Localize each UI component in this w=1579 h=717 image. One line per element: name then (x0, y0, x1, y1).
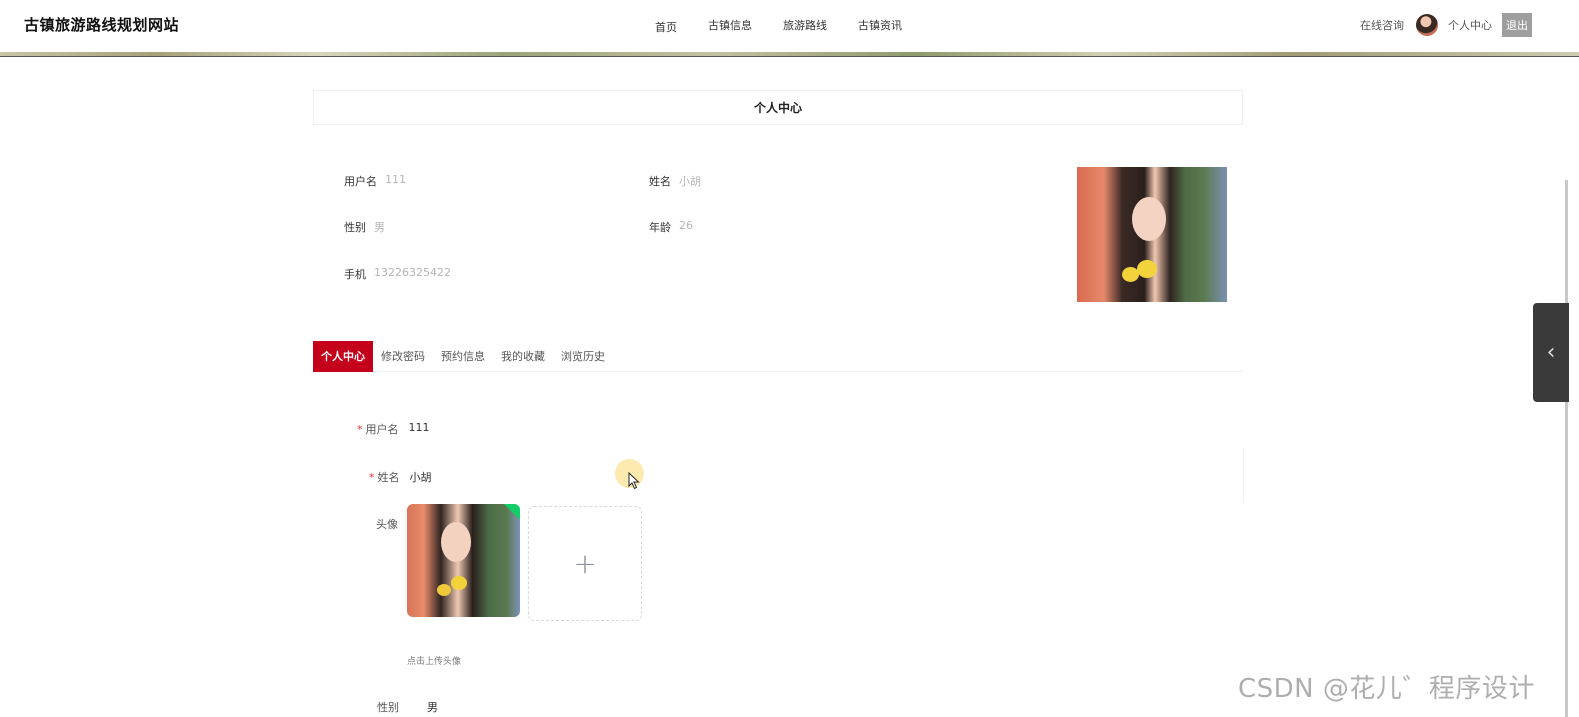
info-value: 111 (385, 173, 406, 186)
page-title-bar: 个人中心 (313, 90, 1243, 125)
tab-browse-history[interactable]: 浏览历史 (553, 341, 613, 372)
site-title[interactable]: 古镇旅游路线规划网站 (24, 14, 179, 35)
nav-item-home[interactable]: 首页 (655, 19, 677, 35)
form-row-gender: 性别 男 (377, 699, 438, 715)
info-label: 用户名 (344, 175, 377, 188)
header-user-area: 在线咨询 个人中心 退出 (1360, 13, 1532, 37)
logout-button[interactable]: 退出 (1502, 13, 1532, 37)
avatar-upload-button[interactable]: + (528, 506, 642, 621)
chevron-left-icon: ‹ (1546, 340, 1556, 365)
mouse-cursor-icon (628, 472, 640, 490)
form-label: 头像 (376, 518, 398, 531)
required-mark: * (357, 423, 363, 436)
info-phone: 手机 13226325422 (344, 266, 451, 282)
page-scrollbar[interactable] (1565, 180, 1568, 717)
form-label: * 姓名 (369, 469, 400, 485)
required-mark: * (369, 471, 375, 484)
online-consult-link[interactable]: 在线咨询 (1360, 17, 1404, 33)
nav-item-town-news[interactable]: 古镇资讯 (858, 17, 902, 33)
avatar[interactable] (1416, 14, 1438, 36)
info-gender: 性别 男 (344, 219, 385, 235)
info-label: 年龄 (649, 221, 671, 234)
uploaded-avatar-image[interactable] (407, 504, 520, 617)
main-nav: 首页 古镇信息 旅游路线 古镇资讯 (655, 17, 902, 35)
info-age: 年龄 26 (649, 219, 693, 235)
top-header: 古镇旅游路线规划网站 首页 古镇信息 旅游路线 古镇资讯 在线咨询 个人中心 退… (0, 0, 1579, 56)
watermark: CSDN @花儿゛程序设计 (1238, 674, 1535, 704)
name-field[interactable]: 小胡 (410, 469, 432, 485)
upload-success-badge (504, 504, 520, 520)
nav-item-travel-routes[interactable]: 旅游路线 (783, 17, 827, 33)
photo-flower (1122, 267, 1139, 282)
user-center-link[interactable]: 个人中心 (1448, 17, 1492, 33)
nav-item-town-info[interactable]: 古镇信息 (708, 17, 752, 33)
page-title: 个人中心 (753, 101, 802, 115)
profile-photo (1077, 167, 1227, 302)
info-value: 13226325422 (374, 266, 451, 279)
form-row-username: * 用户名 111 (357, 421, 430, 437)
photo-flower (1137, 260, 1157, 278)
tab-personal-center[interactable]: 个人中心 (313, 340, 373, 372)
side-panel-toggle[interactable]: ‹ (1533, 303, 1569, 402)
username-field[interactable]: 111 (409, 421, 430, 437)
upload-hint: 点击上传头像 (407, 657, 462, 667)
header-banner-strip (0, 52, 1579, 57)
form-label-text: 姓名 (377, 471, 400, 484)
form-row-name: * 姓名 小胡 (369, 469, 432, 485)
avatar-flower (437, 584, 451, 596)
profile-tabs: 个人中心 修改密码 预约信息 我的收藏 浏览历史 (313, 340, 1243, 372)
info-label: 手机 (344, 268, 366, 281)
tab-change-password[interactable]: 修改密码 (373, 341, 433, 372)
form-row-avatar: 头像 (376, 516, 398, 532)
gender-field[interactable]: 男 (427, 699, 438, 715)
field-divider (1243, 448, 1244, 502)
form-label-text: 用户名 (365, 423, 399, 436)
avatar-flower (451, 576, 467, 590)
tab-reservations[interactable]: 预约信息 (433, 341, 493, 372)
plus-icon: + (573, 547, 597, 580)
info-value: 小胡 (679, 175, 701, 188)
info-username: 用户名 111 (344, 173, 406, 189)
info-label: 性别 (344, 221, 366, 234)
form-label: * 用户名 (357, 421, 399, 437)
info-value: 26 (679, 219, 693, 232)
tab-favorites[interactable]: 我的收藏 (493, 341, 553, 372)
avatar-face (441, 522, 471, 562)
info-value: 男 (374, 221, 385, 234)
photo-face (1132, 197, 1166, 241)
info-label: 姓名 (649, 175, 671, 188)
info-name: 姓名 小胡 (649, 173, 701, 189)
form-label: 性别 (377, 701, 399, 714)
